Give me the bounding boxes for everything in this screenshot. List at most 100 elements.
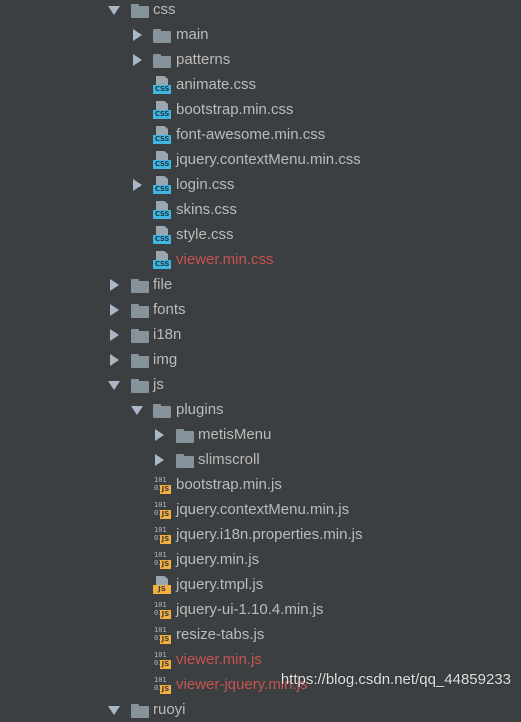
tree-item-label: patterns [176,51,231,68]
tree-item-label: viewer.min.js [176,651,262,668]
chevron-down-icon[interactable] [108,0,120,22]
tree-folder-row[interactable]: plugins [0,397,521,422]
tree-item-label: jquery.contextMenu.min.js [176,501,350,518]
css-file-icon: CSS [153,201,171,219]
tree-file-row[interactable]: CSS animate.css [0,72,521,97]
tree-file-row[interactable]: CSS login.css [0,172,521,197]
chevron-right-icon[interactable] [153,447,165,472]
chevron-right-icon[interactable] [108,297,120,322]
tree-file-row[interactable]: CSS font-awesome.min.css [0,122,521,147]
css-file-icon: CSS [153,76,171,94]
tree-folder-row[interactable]: fonts [0,297,521,322]
tree-item-label: css [153,1,176,18]
folder-icon [153,26,171,44]
tree-item-label: file [153,276,173,293]
tree-item-label: main [176,26,209,43]
minified-js-file-icon: 10101JS [154,551,171,569]
tree-file-row[interactable]: CSS bootstrap.min.css [0,97,521,122]
tree-folder-row[interactable]: metisMenu [0,422,521,447]
tree-file-row[interactable]: CSS skins.css [0,197,521,222]
minified-js-file-icon: 10101JS [154,476,171,494]
chevron-right-icon[interactable] [153,422,165,447]
tree-item-label: resize-tabs.js [176,626,265,643]
tree-item-label: slimscroll [198,451,260,468]
css-file-icon: CSS [153,251,171,269]
chevron-down-icon[interactable] [108,372,120,397]
chevron-right-icon[interactable] [131,172,143,197]
tree-item-label: jquery.contextMenu.min.css [176,151,361,168]
css-file-icon: CSS [153,126,171,144]
js-file-icon: JS [153,576,171,594]
tree-file-row[interactable]: CSS style.css [0,222,521,247]
chevron-right-icon[interactable] [131,47,143,72]
watermark-text: https://blog.csdn.net/qq_44859233 [280,671,511,688]
tree-folder-row[interactable]: css [0,0,521,22]
tree-item-label: img [153,351,178,368]
tree-item-label: login.css [176,176,235,193]
minified-js-file-icon: 10101JS [154,651,171,669]
chevron-right-icon[interactable] [131,22,143,47]
minified-js-file-icon: 10101JS [154,601,171,619]
tree-item-label: metisMenu [198,426,272,443]
tree-file-row[interactable]: CSS viewer.min.css [0,247,521,272]
tree-file-row[interactable]: 10101JS resize-tabs.js [0,622,521,647]
tree-folder-row[interactable]: slimscroll [0,447,521,472]
project-tree: css main patterns CSS animate.css CSS bootstra… [0,0,521,722]
tree-item-label: jquery.min.js [176,551,260,568]
tree-item-label: jquery.tmpl.js [176,576,264,593]
css-file-icon: CSS [153,151,171,169]
tree-item-label: font-awesome.min.css [176,126,326,143]
folder-icon [153,51,171,69]
folder-icon [131,1,149,19]
tree-item-label: style.css [176,226,234,243]
tree-file-row[interactable]: 10101JS jquery-ui-1.10.4.min.js [0,597,521,622]
minified-js-file-icon: 10101JS [154,526,171,544]
minified-js-file-icon: 10101JS [154,501,171,519]
css-file-icon: CSS [153,226,171,244]
tree-item-label: bootstrap.min.js [176,476,282,493]
tree-item-label: js [153,376,164,393]
tree-file-row[interactable]: CSS jquery.contextMenu.min.css [0,147,521,172]
tree-file-row[interactable]: 10101JS jquery.min.js [0,547,521,572]
chevron-down-icon[interactable] [108,697,120,722]
tree-item-label: bootstrap.min.css [176,101,294,118]
folder-icon [131,701,149,719]
tree-item-label: plugins [176,401,224,418]
folder-icon [131,276,149,294]
tree-folder-row[interactable]: i18n [0,322,521,347]
tree-folder-row[interactable]: img [0,347,521,372]
tree-item-label: jquery-ui-1.10.4.min.js [176,601,324,618]
tree-folder-row[interactable]: js [0,372,521,397]
tree-item-label: i18n [153,326,182,343]
tree-item-label: ruoyi [153,701,186,718]
folder-icon [176,426,194,444]
folder-icon [131,351,149,369]
folder-icon [153,401,171,419]
tree-file-row[interactable]: 10101JS jquery.contextMenu.min.js [0,497,521,522]
tree-item-label: skins.css [176,201,237,218]
folder-icon [176,451,194,469]
css-file-icon: CSS [153,101,171,119]
folder-icon [131,376,149,394]
tree-item-label: fonts [153,301,186,318]
folder-icon [131,301,149,319]
minified-js-file-icon: 10101JS [154,676,171,694]
chevron-right-icon[interactable] [108,347,120,372]
tree-folder-row[interactable]: main [0,22,521,47]
chevron-down-icon[interactable] [131,397,143,422]
folder-icon [131,326,149,344]
tree-item-label: animate.css [176,76,257,93]
tree-file-row[interactable]: 10101JS jquery.i18n.properties.min.js [0,522,521,547]
tree-item-label: viewer.min.css [176,251,274,268]
chevron-right-icon[interactable] [108,272,120,297]
tree-file-row[interactable]: 10101JS viewer.min.js [0,647,521,672]
minified-js-file-icon: 10101JS [154,626,171,644]
css-file-icon: CSS [153,176,171,194]
tree-file-row[interactable]: 10101JS bootstrap.min.js [0,472,521,497]
tree-folder-row[interactable]: patterns [0,47,521,72]
tree-folder-row[interactable]: file [0,272,521,297]
chevron-right-icon[interactable] [108,322,120,347]
tree-file-row[interactable]: JS jquery.tmpl.js [0,572,521,597]
tree-folder-row[interactable]: ruoyi [0,697,521,722]
tree-item-label: jquery.i18n.properties.min.js [176,526,363,543]
